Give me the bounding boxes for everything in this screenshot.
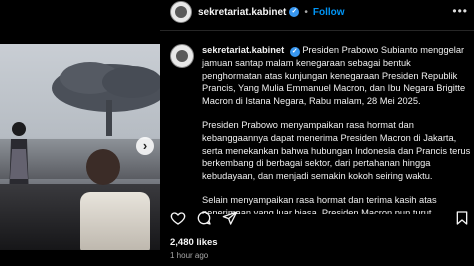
post-header: sekretariat.kabinet ✓ • Follow xyxy=(160,0,474,24)
chair-back xyxy=(80,192,150,250)
verified-icon: ✓ xyxy=(289,47,300,57)
guest-head xyxy=(86,149,120,185)
action-bar xyxy=(170,210,470,228)
likes-count[interactable]: 2,480 likes xyxy=(170,237,218,248)
post-timestamp: 1 hour ago xyxy=(170,251,209,260)
follow-button[interactable]: Follow xyxy=(313,7,345,18)
caption-username[interactable]: sekretariat.kabinet xyxy=(202,45,284,55)
verified-icon: ✓ xyxy=(289,7,300,17)
caption-avatar[interactable] xyxy=(170,44,194,68)
next-media-button[interactable]: › xyxy=(136,137,154,155)
share-icon[interactable] xyxy=(222,210,238,226)
caption-text: sekretariat.kabinet ✓ Presiden Prabowo S… xyxy=(202,44,470,220)
header-divider xyxy=(160,30,474,31)
post-media[interactable]: › xyxy=(0,0,160,266)
bookmark-icon[interactable] xyxy=(454,210,470,226)
comment-icon[interactable] xyxy=(196,210,212,226)
caption-paragraph-2: Presiden Prabowo menyampaikan rasa horma… xyxy=(202,120,470,181)
tree-shape xyxy=(52,62,160,136)
header-username[interactable]: sekretariat.kabinet xyxy=(198,7,286,18)
heart-icon[interactable] xyxy=(170,210,186,226)
more-options-icon[interactable]: ••• xyxy=(452,4,468,18)
avatar[interactable] xyxy=(170,1,192,23)
chevron-right-icon: › xyxy=(142,138,148,153)
caption-section: sekretariat.kabinet ✓ Presiden Prabowo S… xyxy=(170,44,470,220)
separator-dot: • xyxy=(304,6,308,18)
